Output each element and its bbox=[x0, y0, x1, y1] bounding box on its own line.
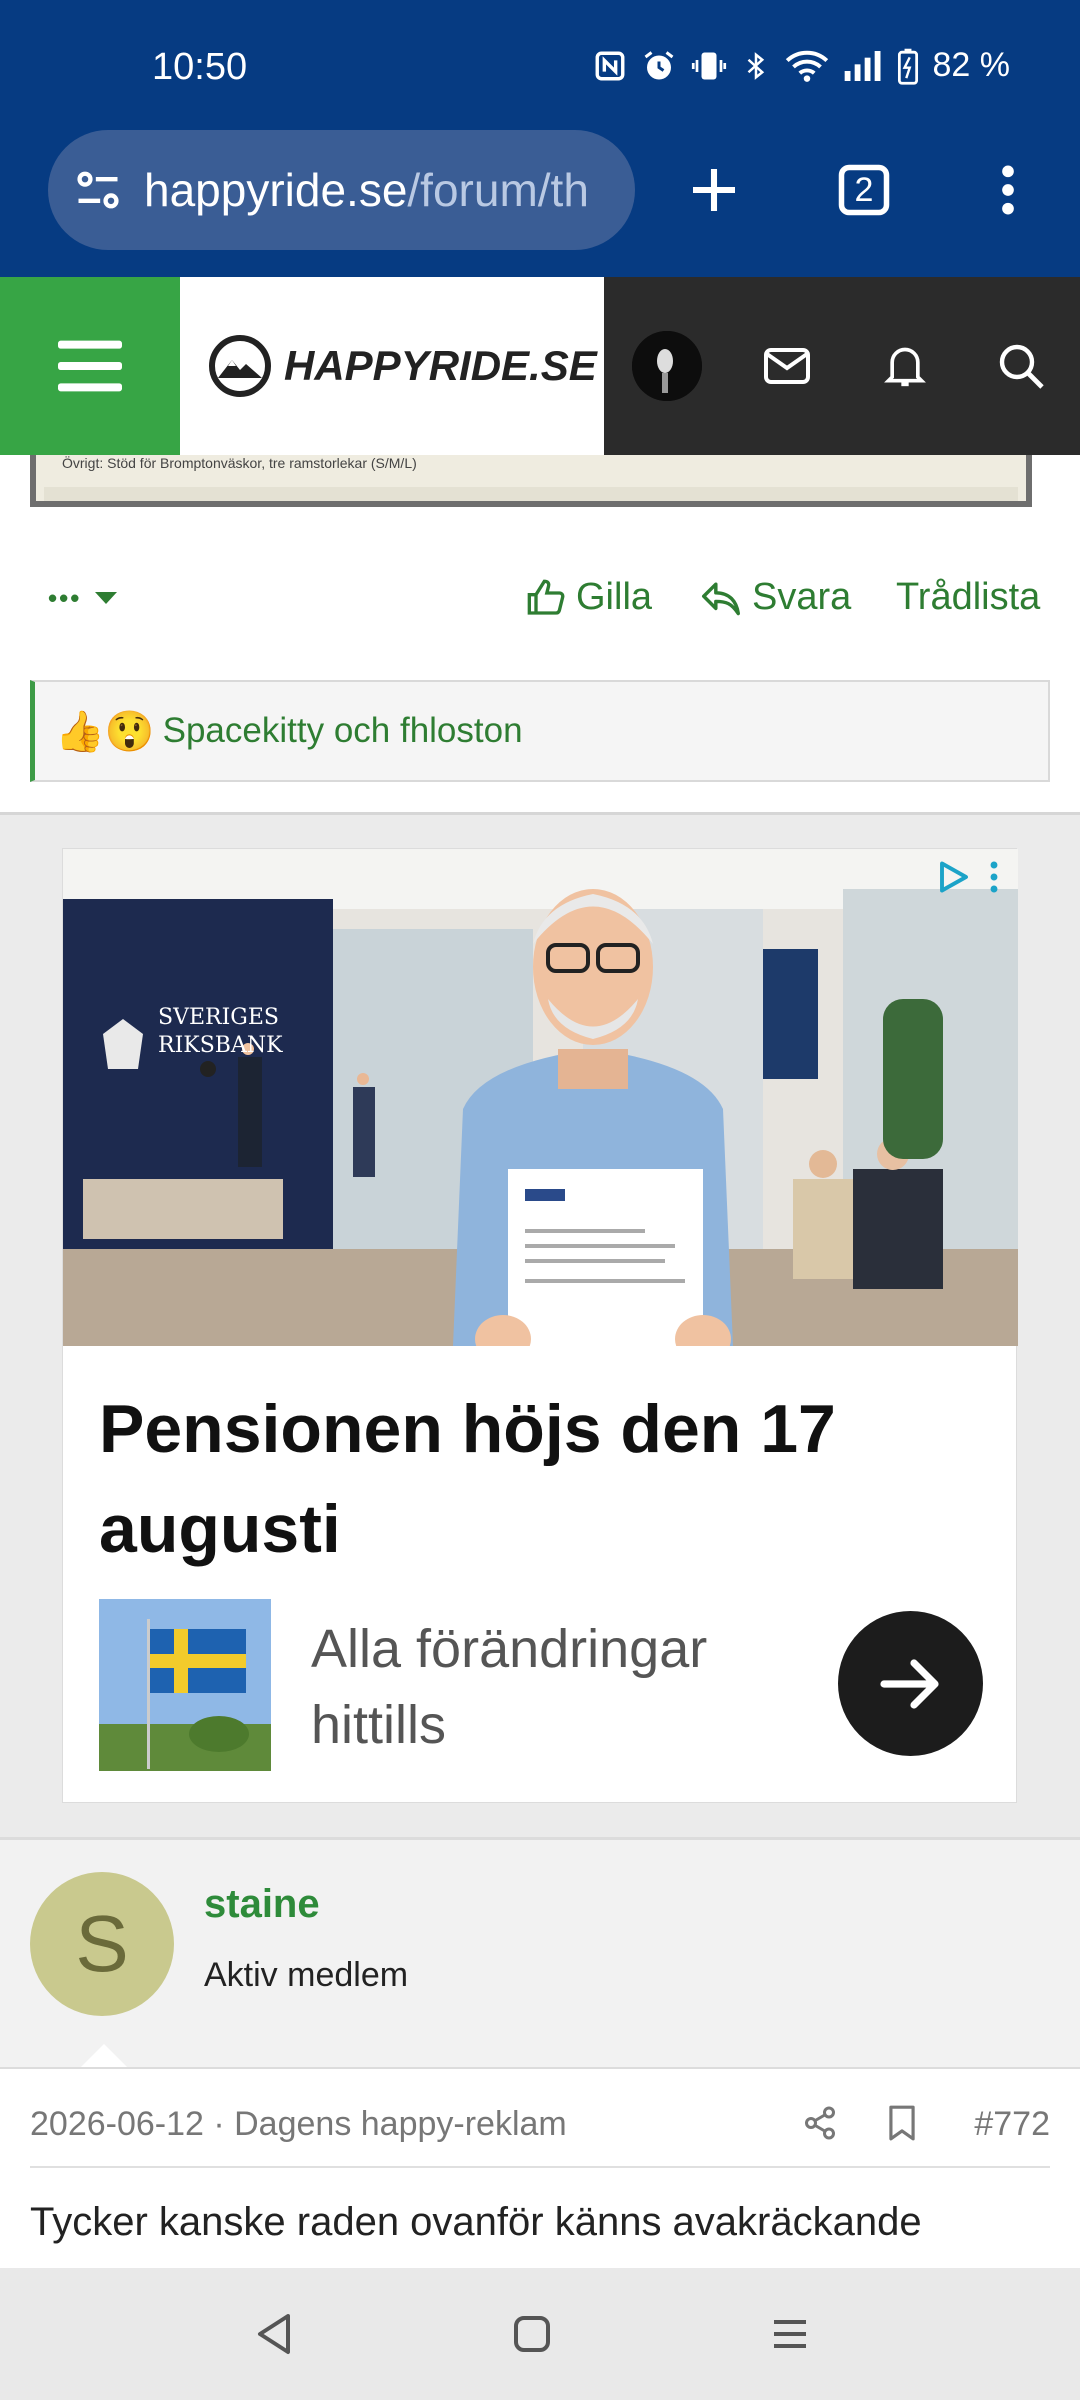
author-name[interactable]: staine bbox=[204, 1882, 320, 1927]
share-icon bbox=[805, 2106, 835, 2140]
meta-divider bbox=[30, 2166, 1050, 2168]
thumbs-up-reaction-icon: 👍 bbox=[55, 709, 105, 754]
reply-label: Svara bbox=[752, 576, 852, 618]
ad-image-sign-line2: RIKSBANK bbox=[158, 1033, 283, 1058]
ad-image-sign-line1: SVERIGES bbox=[158, 1005, 279, 1030]
back-button[interactable] bbox=[242, 2302, 306, 2366]
ad-image[interactable]: SVERIGES RIKSBANK bbox=[63, 849, 1018, 1346]
battery-icon bbox=[897, 48, 918, 85]
reaction-users[interactable]: Spacekitty och fhloston bbox=[163, 711, 523, 751]
screen: 10:50 82 % happyride.se/forum/th 2 HAPPY… bbox=[0, 0, 1080, 2400]
ad-card[interactable]: SVERIGES RIKSBANK Pensionen höjs den 17 … bbox=[62, 848, 1018, 1803]
search-button[interactable] bbox=[986, 331, 1056, 401]
like-label: Gilla bbox=[576, 576, 653, 618]
address-bar[interactable]: happyride.se/forum/th bbox=[48, 130, 635, 250]
post-date-thread[interactable]: 2026-06-12 · Dagens happy-reklam bbox=[30, 2105, 567, 2144]
more-vertical-icon bbox=[1002, 165, 1014, 215]
home-icon bbox=[514, 2316, 550, 2352]
author-title: Aktiv medlem bbox=[204, 1956, 409, 1994]
new-tab-button[interactable] bbox=[674, 150, 754, 230]
alerts-button[interactable] bbox=[870, 331, 940, 401]
ad-more-icon[interactable] bbox=[988, 859, 1000, 895]
ad-headline[interactable]: Pensionen höjs den 17 augusti bbox=[99, 1379, 959, 1579]
mountain-logo-icon bbox=[209, 335, 271, 397]
post-number[interactable]: #772 bbox=[974, 2105, 1050, 2144]
tab-switcher-button[interactable]: 2 bbox=[824, 150, 904, 230]
bookmark-icon bbox=[889, 2105, 915, 2141]
url-domain: happyride.se bbox=[144, 164, 408, 216]
wifi-icon bbox=[785, 50, 828, 82]
avatar-image bbox=[632, 331, 702, 401]
bell-icon bbox=[884, 347, 926, 387]
reply-button[interactable]: Svara bbox=[700, 576, 851, 619]
status-icons: 82 % bbox=[593, 46, 1011, 85]
wow-reaction-icon: 😲 bbox=[104, 709, 155, 754]
recents-icon bbox=[774, 2320, 806, 2348]
vibrate-icon bbox=[691, 52, 726, 79]
user-avatar-button[interactable] bbox=[632, 331, 702, 401]
like-button[interactable]: Gilla bbox=[526, 576, 652, 619]
author-initial: S bbox=[75, 1899, 129, 1988]
post-more-menu[interactable]: ••• bbox=[48, 570, 119, 626]
hamburger-icon bbox=[58, 340, 122, 392]
thread-list-label: Trådlista bbox=[896, 576, 1041, 618]
system-nav-bar bbox=[0, 2268, 1080, 2400]
url-text[interactable]: happyride.se/forum/th bbox=[144, 163, 614, 217]
signal-icon bbox=[844, 50, 880, 81]
post-author: S staine Aktiv medlem bbox=[0, 1837, 1080, 2070]
post-actions: ••• Gilla Svara Trådlista bbox=[0, 560, 1080, 640]
recents-button[interactable] bbox=[758, 2302, 822, 2366]
post-meta: 2026-06-12 · Dagens happy-reklam #772 bbox=[0, 2067, 1080, 2167]
site-logo[interactable]: HAPPYRIDE.SE bbox=[180, 277, 604, 455]
logo-text: HAPPYRIDE.SE bbox=[284, 342, 597, 389]
reactions-bar[interactable]: 👍 😲 Spacekitty och fhloston bbox=[30, 680, 1050, 782]
embedded-document-text: Övrigt: Stöd för Bromptonväskor, tre ram… bbox=[62, 455, 417, 471]
inbox-button[interactable] bbox=[752, 331, 822, 401]
more-dots: ••• bbox=[48, 582, 82, 613]
ad-photo: SVERIGES RIKSBANK bbox=[63, 849, 1018, 1346]
reaction-icons: 👍 😲 bbox=[55, 708, 155, 755]
site-settings-icon[interactable] bbox=[72, 164, 124, 216]
browser-menu-button[interactable] bbox=[968, 150, 1048, 230]
ad-area: SVERIGES RIKSBANK Pensionen höjs den 17 … bbox=[0, 815, 1080, 1837]
battery-percent: 82 % bbox=[932, 46, 1011, 84]
caret-down-icon bbox=[95, 592, 118, 604]
post-body: Tycker kanske raden ovanför känns avakrä… bbox=[30, 2200, 922, 2244]
bluetooth-icon bbox=[747, 51, 764, 80]
arrow-right-icon bbox=[879, 1658, 939, 1709]
mail-icon bbox=[764, 348, 810, 384]
site-menu-button[interactable] bbox=[0, 277, 180, 455]
bookmark-button[interactable] bbox=[878, 2099, 926, 2147]
ad-open-button[interactable] bbox=[838, 1611, 983, 1756]
share-button[interactable] bbox=[796, 2099, 844, 2147]
ad-choices-icon[interactable] bbox=[936, 859, 972, 895]
url-path: /forum/th bbox=[407, 164, 589, 216]
ad-thumbnail[interactable] bbox=[99, 1599, 271, 1771]
thread-list-link[interactable]: Trådlista bbox=[896, 576, 1040, 619]
ad-choices[interactable] bbox=[936, 859, 1000, 895]
search-icon bbox=[999, 344, 1044, 389]
document-footer-strip bbox=[44, 487, 1018, 501]
browser-chrome: 10:50 82 % happyride.se/forum/th 2 bbox=[0, 0, 1080, 277]
swedish-flag-image bbox=[99, 1599, 271, 1771]
nfc-icon bbox=[595, 51, 624, 80]
back-icon bbox=[258, 2314, 290, 2354]
plus-icon bbox=[693, 169, 735, 211]
home-button[interactable] bbox=[500, 2302, 564, 2366]
site-header: HAPPYRIDE.SE bbox=[0, 277, 1080, 455]
tab-count: 2 bbox=[854, 170, 874, 209]
status-time: 10:50 bbox=[152, 46, 248, 88]
reply-icon bbox=[702, 581, 740, 615]
author-avatar[interactable]: S bbox=[30, 1872, 174, 2016]
embedded-document-image: Övrigt: Stöd för Bromptonväskor, tre ram… bbox=[30, 455, 1032, 507]
ad-subtext[interactable]: Alla förändringar hittills bbox=[311, 1611, 731, 1763]
alarm-icon bbox=[644, 50, 673, 79]
thumbs-up-icon bbox=[527, 579, 565, 615]
